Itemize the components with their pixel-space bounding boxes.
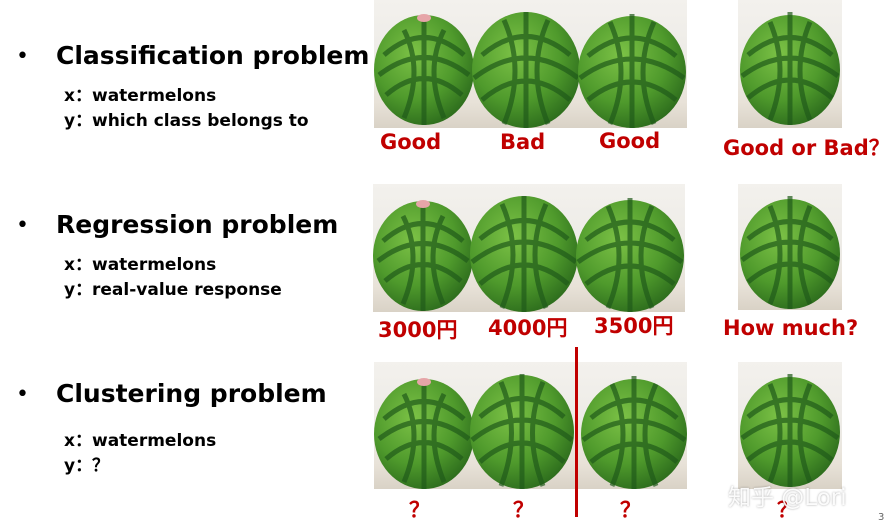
- x-key: x：: [64, 431, 92, 451]
- y-key: y：: [64, 280, 93, 300]
- bullet-classification: •: [16, 44, 29, 69]
- regression-y-line: y：real-value response: [64, 280, 282, 300]
- watermelon-photo-query-1: [738, 0, 842, 128]
- query-label: How much?: [723, 316, 859, 340]
- bullet-clustering: •: [16, 382, 29, 407]
- heading-clustering: Clustering problem: [56, 379, 327, 408]
- y-key: y：: [64, 456, 93, 476]
- regression-x-line: x：watermelons: [64, 255, 216, 275]
- classification-y-line: y：which class belongs to: [64, 111, 309, 131]
- watermelon-image: [740, 196, 840, 309]
- bullet-regression: •: [16, 213, 29, 238]
- y-value: ？: [92, 456, 109, 476]
- watermelon-image: [470, 374, 574, 489]
- watermelon-photo-row-3: [374, 362, 687, 489]
- watermelon-image: [470, 196, 578, 312]
- watermelon-image: [581, 376, 687, 489]
- watermelon-image: [374, 14, 474, 125]
- x-value: watermelons: [92, 86, 217, 106]
- y-key: y：: [64, 111, 93, 131]
- label-item-1: 3000円: [378, 318, 458, 342]
- cluster-divider-line: [575, 347, 578, 517]
- watermelon-image: [374, 378, 474, 489]
- watermelon-image: [373, 200, 473, 311]
- label-item-2: 4000円: [488, 316, 568, 340]
- label-item-1: Good: [380, 130, 442, 154]
- watermelon-image: [472, 12, 580, 128]
- label-item-3: 3500円: [594, 314, 674, 338]
- y-value: which class belongs to: [92, 111, 309, 131]
- watermelon-image: [576, 198, 684, 312]
- watermark: 知乎 @Lori: [728, 485, 847, 511]
- classification-x-line: x：watermelons: [64, 86, 216, 106]
- label-item-3: ？: [620, 498, 641, 522]
- label-item-3: Good: [599, 129, 661, 153]
- watermelon-image: [578, 14, 686, 128]
- query-label: Good or Bad？: [723, 136, 886, 160]
- x-key: x：: [64, 255, 92, 275]
- heading-regression: Regression problem: [56, 210, 339, 239]
- clustering-x-line: x：watermelons: [64, 431, 216, 451]
- watermelon-photo-row-1: [374, 0, 687, 128]
- label-item-2: Bad: [500, 130, 546, 154]
- clustering-y-line: y：？: [64, 456, 109, 476]
- x-key: x：: [64, 86, 92, 106]
- watermelon-photo-row-2: [373, 184, 685, 312]
- label-item-1: ？: [409, 498, 430, 522]
- label-item-2: ？: [513, 498, 534, 522]
- page-number: 3: [878, 512, 885, 523]
- watermelon-image: [740, 12, 840, 125]
- watermelon-photo-query-3: [738, 362, 842, 489]
- watermelon-photo-query-2: [738, 184, 842, 310]
- watermelon-image: [740, 374, 840, 487]
- x-value: watermelons: [92, 255, 217, 275]
- heading-classification: Classification problem: [56, 41, 370, 70]
- x-value: watermelons: [92, 431, 217, 451]
- y-value: real-value response: [92, 280, 282, 300]
